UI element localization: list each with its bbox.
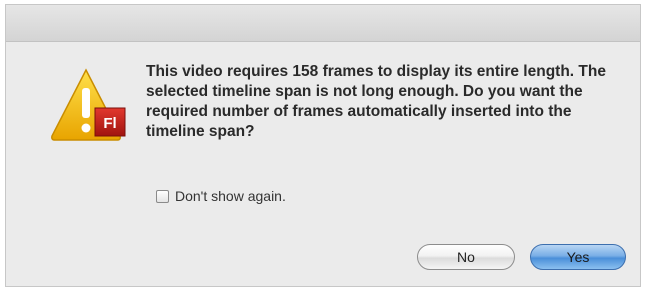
dont-show-again-label[interactable]: Don't show again. — [175, 188, 286, 204]
dialog-titlebar — [6, 5, 640, 42]
app-badge-text: Fl — [103, 115, 116, 132]
dialog-window: Fl This video requires 158 frames to dis… — [5, 4, 641, 287]
flash-app-badge-icon: Fl — [94, 107, 126, 137]
dialog-body: Fl This video requires 158 frames to dis… — [6, 42, 640, 286]
dont-show-again-checkbox-row[interactable]: Don't show again. — [156, 187, 286, 205]
yes-button[interactable]: Yes — [530, 244, 626, 270]
dialog-message: This video requires 158 frames to displa… — [146, 63, 606, 140]
dont-show-again-checkbox[interactable] — [156, 189, 169, 203]
no-button[interactable]: No — [417, 244, 515, 270]
warning-triangle-icon: Fl — [48, 64, 130, 146]
